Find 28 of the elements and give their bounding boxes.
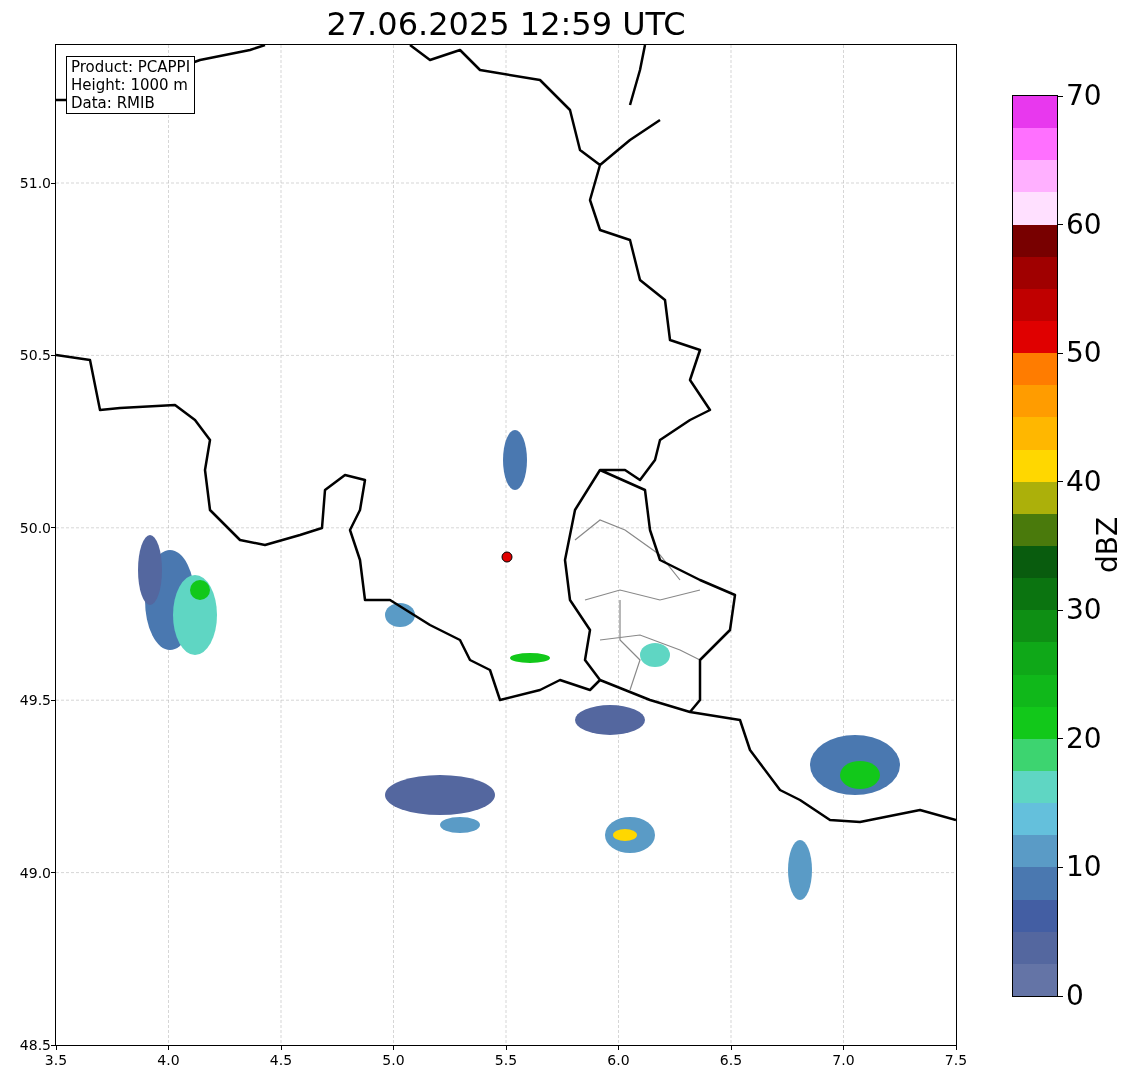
x-tick-label: 7.5 (944, 1052, 968, 1068)
colorbar-tick-label: 70 (1066, 81, 1102, 111)
x-tick-label: 6.5 (719, 1052, 743, 1068)
y-tick-label: 50.5 (19, 347, 51, 364)
colorbar-tick-label: 60 (1066, 209, 1102, 240)
colorbar-tick-label: 0 (1066, 981, 1084, 1011)
x-tick-label: 6.0 (607, 1052, 630, 1068)
x-tick-label: 7.0 (832, 1052, 855, 1068)
x-tick-label: 5.0 (382, 1052, 405, 1068)
y-tick-label: 51.0 (19, 175, 51, 191)
y-tick-label: 49.5 (19, 692, 51, 709)
colorbar-tick-label: 50 (1066, 338, 1102, 369)
info-text: Data: RMIB (71, 94, 156, 112)
colorbar-tick-label: 30 (1066, 595, 1102, 626)
info-text: Product: PCAPPI (71, 58, 191, 76)
info-text: Height: 1000 m (71, 76, 189, 94)
colorbar-tick-label: 10 (1066, 852, 1102, 883)
x-tick-label: 4.5 (269, 1052, 293, 1068)
x-tick-label: 3.5 (44, 1052, 68, 1068)
y-tick-label: 50.0 (19, 519, 51, 536)
colorbar-label: dBZ (1093, 516, 1123, 574)
x-tick-label: 4.0 (157, 1052, 180, 1068)
chart-title: 27.06.2025 12:59 UTC (325, 4, 687, 44)
y-tick-label: 49.0 (19, 864, 51, 881)
colorbar-tick-label: 40 (1066, 466, 1102, 497)
x-tick-label: 5.5 (494, 1052, 518, 1068)
colorbar-tick-label: 20 (1066, 723, 1102, 754)
y-tick-label: 48.5 (19, 1037, 51, 1053)
